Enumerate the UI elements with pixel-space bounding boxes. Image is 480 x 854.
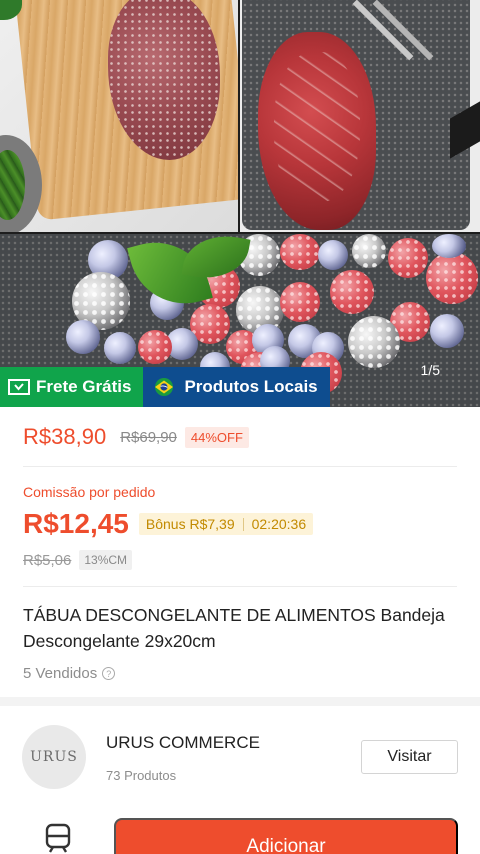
product-image-board-with-meat	[0, 0, 238, 232]
product-title: TÁBUA DESCONGELANTE DE ALIMENTOS Bandeja…	[23, 605, 445, 651]
sold-label: 5 Vendidos	[23, 665, 98, 682]
shop-name[interactable]: URUS COMMERCE	[106, 733, 260, 753]
bonus-badge: Bônus R$7,39 02:20:36	[138, 513, 314, 535]
section-gap	[0, 697, 480, 706]
image-counter: 1/5	[420, 362, 440, 378]
brazil-flag-icon	[155, 378, 174, 396]
product-page: Frete Grátis Produtos Locais 1/5 R$38,90…	[0, 0, 480, 854]
shop-avatar[interactable]: URUS	[22, 725, 86, 789]
free-shipping-label: Frete Grátis	[36, 377, 132, 396]
add-button[interactable]: Adicionar	[114, 818, 458, 854]
commission-label: Comissão por pedido	[23, 484, 156, 500]
store-icon[interactable]	[44, 822, 72, 854]
shop-product-count: 73 Produtos	[106, 768, 177, 783]
commission-rate-badge: 13%CM	[79, 550, 133, 570]
sold-count: 5 Vendidos ?	[23, 665, 116, 682]
shop-logo-text: URUS	[30, 749, 78, 765]
bonus-timer: 02:20:36	[251, 516, 307, 532]
free-shipping-badge: Frete Grátis	[0, 367, 144, 407]
current-price: R$38,90	[23, 424, 107, 449]
divider	[23, 586, 457, 587]
original-price: R$69,90	[120, 428, 177, 446]
local-products-badge: Produtos Locais	[143, 367, 330, 407]
local-products-label: Produtos Locais	[184, 377, 318, 396]
product-image-steak-on-tray	[240, 0, 480, 232]
info-icon[interactable]: ?	[102, 667, 116, 680]
visit-shop-button[interactable]: Visitar	[361, 740, 458, 774]
commission-row: R$12,45 Bônus R$7,39 02:20:36	[23, 508, 314, 540]
product-image-gallery[interactable]: Frete Grátis Produtos Locais 1/5	[0, 0, 480, 407]
divider	[23, 466, 457, 467]
discount-badge: 44%OFF	[184, 426, 249, 448]
truck-icon	[8, 379, 30, 395]
gallery-badges: Frete Grátis Produtos Locais	[0, 367, 330, 407]
commission-value: R$12,45	[23, 508, 129, 539]
price-row: R$38,90 R$69,90 44%OFF	[23, 424, 249, 450]
commission-old-row: R$5,06 13%CM	[23, 550, 133, 570]
bonus-amount: Bônus R$7,39	[145, 516, 235, 532]
old-commission: R$5,06	[23, 551, 72, 569]
